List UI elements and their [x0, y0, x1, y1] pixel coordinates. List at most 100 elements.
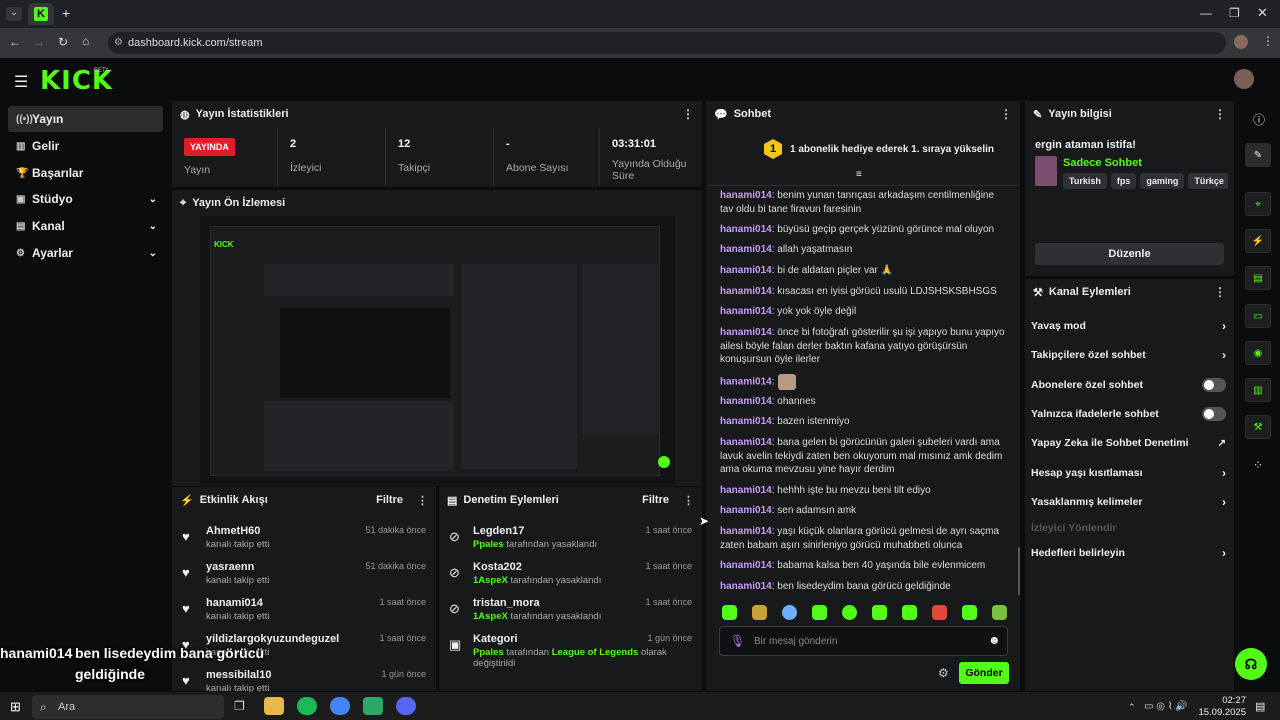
emote-icon[interactable]	[752, 605, 767, 620]
chat-username[interactable]: hanami014	[720, 265, 772, 276]
tray-chevron-icon[interactable]: ⌃	[1128, 702, 1136, 713]
emote-icon[interactable]	[842, 605, 857, 620]
home-icon[interactable]: ⌂	[82, 34, 89, 48]
emote-icon[interactable]	[812, 605, 827, 620]
more-options-icon[interactable]: ⋮	[1000, 107, 1012, 121]
action-ai-moderation[interactable]: Yapay Zeka ile Sohbet Denetimi ↗	[1031, 430, 1226, 456]
emote-icon[interactable]	[782, 605, 797, 620]
clock-time[interactable]: 02:27	[1206, 695, 1246, 706]
browser-tab[interactable]: K	[28, 3, 54, 25]
chat-username[interactable]: hanami014	[720, 526, 772, 537]
chrome-icon[interactable]	[330, 697, 350, 715]
new-tab-button[interactable]: +	[62, 5, 70, 21]
tray-icons[interactable]: ▭ ◎ ⌇ 🔊	[1144, 701, 1188, 712]
action-slow-mode[interactable]: Yavaş mod ›	[1031, 313, 1226, 339]
action-set-goals[interactable]: Hedefleri belirleyin ›	[1031, 540, 1226, 566]
notification-icon[interactable]: ▤	[1255, 700, 1265, 713]
emote-icon[interactable]	[722, 605, 737, 620]
mod-actor[interactable]: 1AspeX	[473, 575, 508, 586]
tools-icon[interactable]: ⚒	[1245, 415, 1271, 439]
emote-icon[interactable]	[992, 605, 1007, 620]
lightning-icon[interactable]: ⚡	[1245, 229, 1271, 253]
mod-actor[interactable]: Ppales	[473, 539, 504, 550]
chat-input[interactable]: 🎙 Bir mesaj gönderin ☻	[719, 626, 1008, 656]
back-icon[interactable]: ←	[9, 35, 21, 49]
info-icon[interactable]: ⓘ	[1253, 111, 1265, 128]
close-window-icon[interactable]: ✕	[1257, 5, 1268, 21]
chat-username[interactable]: hanami014	[720, 437, 772, 448]
task-view-icon[interactable]: ❐	[234, 699, 245, 713]
edit-stream-icon[interactable]: ✎	[1245, 143, 1271, 167]
more-options-icon[interactable]: ⋮	[682, 107, 694, 121]
profile-avatar[interactable]	[1234, 35, 1248, 49]
mod-actor[interactable]: Ppales	[473, 647, 504, 658]
support-headset-icon[interactable]: ☊	[1235, 648, 1267, 680]
more-options-icon[interactable]: ⋮	[683, 494, 694, 507]
chat-username[interactable]: hanami014	[720, 560, 772, 571]
url-field[interactable]: ⚙ dashboard.kick.com/stream	[108, 32, 1226, 54]
chat-username[interactable]: hanami014	[720, 244, 772, 255]
action-followers-only[interactable]: Takipçilere özel sohbet ›	[1031, 342, 1226, 368]
windows-start-icon[interactable]: ⊞	[10, 699, 21, 715]
clock-date[interactable]: 15.09.2025	[1196, 707, 1246, 718]
emote-icon[interactable]	[902, 605, 917, 620]
more-options-icon[interactable]: ⋮	[1214, 107, 1226, 121]
nav-item-studyo[interactable]: ▣ Stüdyo ⌄	[8, 186, 163, 212]
pinned-message[interactable]: 1 abonelik hediye ederek 1. sıraya yükse…	[790, 144, 994, 155]
minimize-icon[interactable]: —	[1200, 6, 1212, 20]
browser-menu-icon[interactable]: ⋮	[1262, 34, 1274, 48]
layout-icon[interactable]: ▥	[1245, 378, 1271, 402]
action-account-age[interactable]: Hesap yaşı kısıtlaması ›	[1031, 460, 1226, 486]
chat-username[interactable]: hanami014	[720, 581, 772, 592]
collapse-pinned-icon[interactable]: ≡	[856, 169, 862, 180]
hamburger-menu-icon[interactable]: ☰	[14, 72, 28, 92]
nav-item-ayarlar[interactable]: ⚙ Ayarlar ⌄	[8, 240, 163, 266]
microphone-icon[interactable]: 🎙	[730, 634, 745, 648]
chat-username[interactable]: hanami014	[720, 485, 772, 496]
emote-icon[interactable]	[872, 605, 887, 620]
action-banned-words[interactable]: Yasaklanmış kelimeler ›	[1031, 489, 1226, 515]
user-avatar[interactable]	[1234, 69, 1254, 89]
more-options-icon[interactable]: ⋮	[417, 494, 428, 507]
filter-button[interactable]: Filtre	[376, 494, 403, 506]
emoji-icon[interactable]: ☻	[988, 633, 1001, 647]
nav-item-basarilar[interactable]: 🏆 Başarılar	[8, 160, 163, 186]
emotes-only-toggle[interactable]	[1202, 407, 1226, 421]
stream-category[interactable]: Sadece Sohbet	[1063, 157, 1142, 169]
mod-game[interactable]: League of Legends	[552, 647, 639, 658]
apps-icon[interactable]: ⁘	[1253, 458, 1263, 472]
chat-username[interactable]: hanami014	[720, 306, 772, 317]
broadcast-icon[interactable]: ◉	[1245, 341, 1271, 365]
chat-scrollbar[interactable]	[1018, 547, 1020, 595]
chat-icon[interactable]: ▭	[1245, 304, 1271, 328]
chat-username[interactable]: hanami014	[720, 327, 772, 338]
restore-icon[interactable]: ❐	[1229, 6, 1240, 20]
chat-username[interactable]: hanami014	[720, 224, 772, 235]
nav-item-yayin[interactable]: ((•)) Yayın	[8, 106, 163, 132]
filter-button[interactable]: Filtre	[642, 494, 669, 506]
chat-settings-gear-icon[interactable]: ⚙	[938, 666, 949, 680]
send-button[interactable]: Gönder	[959, 662, 1009, 684]
chat-username[interactable]: hanami014	[720, 286, 772, 297]
edit-button[interactable]: Düzenle	[1035, 243, 1224, 265]
file-explorer-icon[interactable]	[264, 697, 284, 715]
spotify-icon[interactable]	[297, 697, 317, 715]
notes-icon[interactable]: ▤	[1245, 266, 1271, 290]
discord-icon[interactable]	[396, 697, 416, 715]
emote-icon[interactable]	[932, 605, 947, 620]
mod-actor[interactable]: 1AspeX	[473, 611, 508, 622]
clip-icon[interactable]: ⌖	[1245, 192, 1271, 216]
nav-item-kanal[interactable]: ▤ Kanal ⌄	[8, 213, 163, 239]
stream-preview-video[interactable]: KICK	[200, 216, 675, 485]
nav-item-gelir[interactable]: ▥ Gelir	[8, 133, 163, 159]
emote-icon[interactable]	[962, 605, 977, 620]
chat-username[interactable]: hanami014	[720, 190, 772, 201]
whatsapp-icon[interactable]	[363, 697, 383, 715]
forward-icon[interactable]: →	[33, 35, 45, 49]
chat-username[interactable]: hanami014	[720, 505, 772, 516]
subscribers-only-toggle[interactable]	[1202, 378, 1226, 392]
site-info-icon[interactable]: ⚙	[114, 32, 123, 54]
chat-username[interactable]: hanami014	[720, 396, 772, 407]
chat-username[interactable]: hanami014	[720, 416, 772, 427]
more-options-icon[interactable]: ⋮	[1214, 285, 1226, 299]
